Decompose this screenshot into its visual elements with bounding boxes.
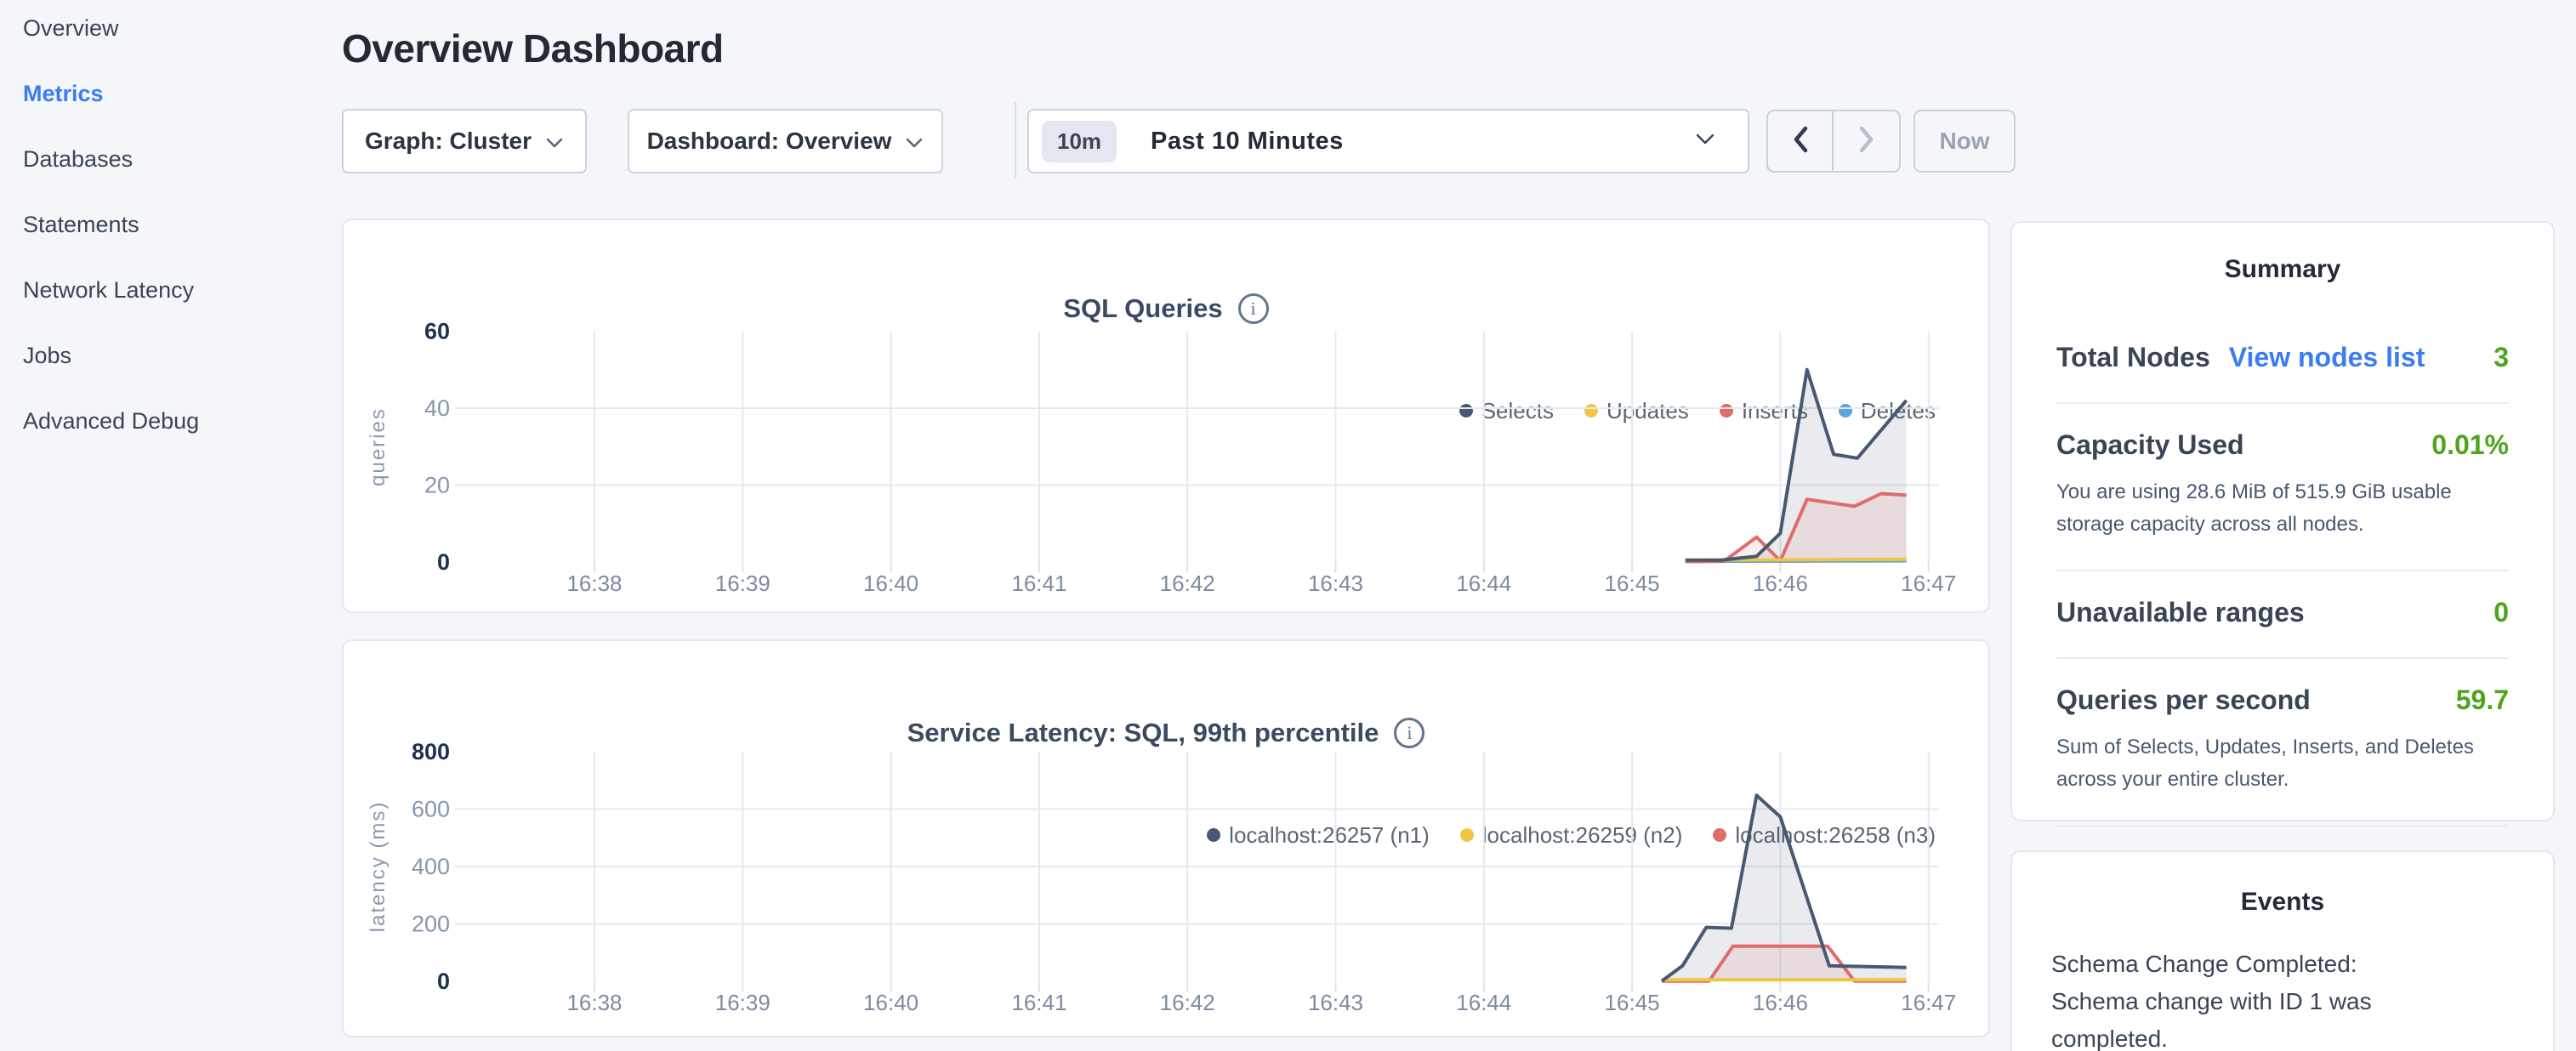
svg-text:16:40: 16:40 [863,571,918,596]
dashboard-dropdown-label: Dashboard: Overview [647,128,892,155]
dashboard-dropdown[interactable]: Dashboard: Overview [628,109,943,173]
event-message: Schema Change Completed: Schema change w… [2051,946,2442,1051]
svg-text:600: 600 [412,797,450,822]
summary-description: You are using 28.6 MiB of 515.9 GiB usab… [2056,476,2507,541]
svg-text:16:38: 16:38 [566,990,622,1015]
svg-text:16:45: 16:45 [1605,571,1660,596]
summary-row-total-nodes: Total Nodes View nodes list 3 [2056,316,2509,404]
svg-text:0: 0 [437,969,450,994]
graph-dropdown[interactable]: Graph: Cluster [342,109,587,173]
time-step-forward-button[interactable] [1834,111,1899,171]
controls-bar: Graph: Cluster Dashboard: Overview 10m P… [342,109,2043,173]
summary-value: 0.01% [2431,429,2509,461]
events-card: Events Schema Change Completed: Schema c… [2010,850,2555,1051]
chevron-down-icon [545,128,564,155]
chevron-down-icon [1695,133,1715,150]
svg-text:16:42: 16:42 [1160,571,1215,596]
svg-text:latency (ms): latency (ms) [367,801,390,933]
summary-value: 0 [2494,597,2509,628]
time-step-back-button[interactable] [1768,111,1834,171]
summary-value: 59.7 [2456,685,2509,716]
summary-label: Capacity Used [2056,429,2244,461]
now-button[interactable]: Now [1914,110,2016,173]
svg-text:16:40: 16:40 [863,990,918,1015]
svg-text:16:46: 16:46 [1753,990,1808,1015]
svg-text:16:43: 16:43 [1308,990,1363,1015]
sidebar-item-network-latency[interactable]: Network Latency [0,258,340,323]
sidebar-item-overview[interactable]: Overview [0,0,340,61]
svg-text:16:45: 16:45 [1605,990,1660,1015]
summary-row-unavailable-ranges: Unavailable ranges 0 [2056,571,2509,659]
svg-text:16:47: 16:47 [1901,571,1956,596]
summary-label: Queries per second [2056,685,2311,716]
sidebar-item-jobs[interactable]: Jobs [0,323,340,389]
svg-text:200: 200 [412,912,450,937]
time-step-buttons [1766,110,1901,173]
svg-text:16:41: 16:41 [1011,571,1066,596]
service-latency-panel: Service Latency: SQL, 99th percentile i … [342,639,1990,1037]
svg-text:16:47: 16:47 [1901,990,1956,1015]
time-range-selector[interactable]: 10m Past 10 Minutes [1027,109,1749,173]
svg-text:16:42: 16:42 [1160,990,1215,1015]
summary-row-capacity-used: Capacity Used 0.01% You are using 28.6 M… [2056,404,2509,571]
svg-text:16:44: 16:44 [1456,571,1511,596]
summary-label: Total Nodes [2056,342,2210,373]
sidebar-item-advanced-debug[interactable]: Advanced Debug [0,389,340,454]
sidebar-item-databases[interactable]: Databases [0,127,340,192]
summary-description: Sum of Selects, Updates, Inserts, and De… [2056,731,2507,796]
svg-text:16:44: 16:44 [1456,990,1511,1015]
svg-text:16:46: 16:46 [1753,571,1808,596]
sidebar: Overview Metrics Databases Statements Ne… [0,0,340,454]
event-list-item[interactable]: Schema Change Completed: Schema change w… [2051,946,2514,1051]
svg-text:40: 40 [424,395,450,421]
svg-text:60: 60 [424,319,450,344]
svg-text:queries: queries [367,407,390,486]
svg-text:400: 400 [412,854,450,879]
chevron-right-icon [1858,126,1875,157]
service-latency-chart[interactable]: 16:38 16:39 16:40 16:41 16:42 16:43 16:44 16:45… [344,641,1988,1036]
divider [1015,102,1016,179]
summary-row-queries-per-second: Queries per second 59.7 Sum of Selects, … [2056,659,2509,827]
graph-dropdown-label: Graph: Cluster [365,128,532,155]
svg-text:16:39: 16:39 [715,990,771,1015]
sidebar-item-metrics[interactable]: Metrics [0,61,340,127]
svg-text:16:39: 16:39 [715,571,771,596]
chevron-down-icon [905,128,924,155]
svg-text:20: 20 [424,473,450,498]
view-nodes-list-link[interactable]: View nodes list [2229,342,2425,373]
page-title: Overview Dashboard [342,26,724,71]
summary-title: Summary [2056,245,2509,284]
sidebar-item-statements[interactable]: Statements [0,192,340,258]
events-title: Events [2051,878,2514,917]
svg-text:0: 0 [437,549,450,575]
summary-card: Summary Total Nodes View nodes list 3 Ca… [2010,221,2555,821]
sql-queries-panel: SQL Queries i SelectsUpdatesInsertsDelet… [342,219,1990,613]
summary-value: 3 [2494,342,2509,373]
time-range-label: Past 10 Minutes [1151,128,1344,156]
svg-text:800: 800 [412,739,450,764]
svg-text:16:43: 16:43 [1308,571,1363,596]
time-range-badge: 10m [1042,121,1117,162]
svg-text:16:38: 16:38 [566,571,622,596]
summary-label: Unavailable ranges [2056,597,2305,628]
sql-queries-chart[interactable]: 16:38 16:39 16:40 16:41 16:42 16:43 16:44 16:45… [344,220,1988,611]
chevron-left-icon [1792,126,1809,157]
svg-text:16:41: 16:41 [1011,990,1066,1015]
